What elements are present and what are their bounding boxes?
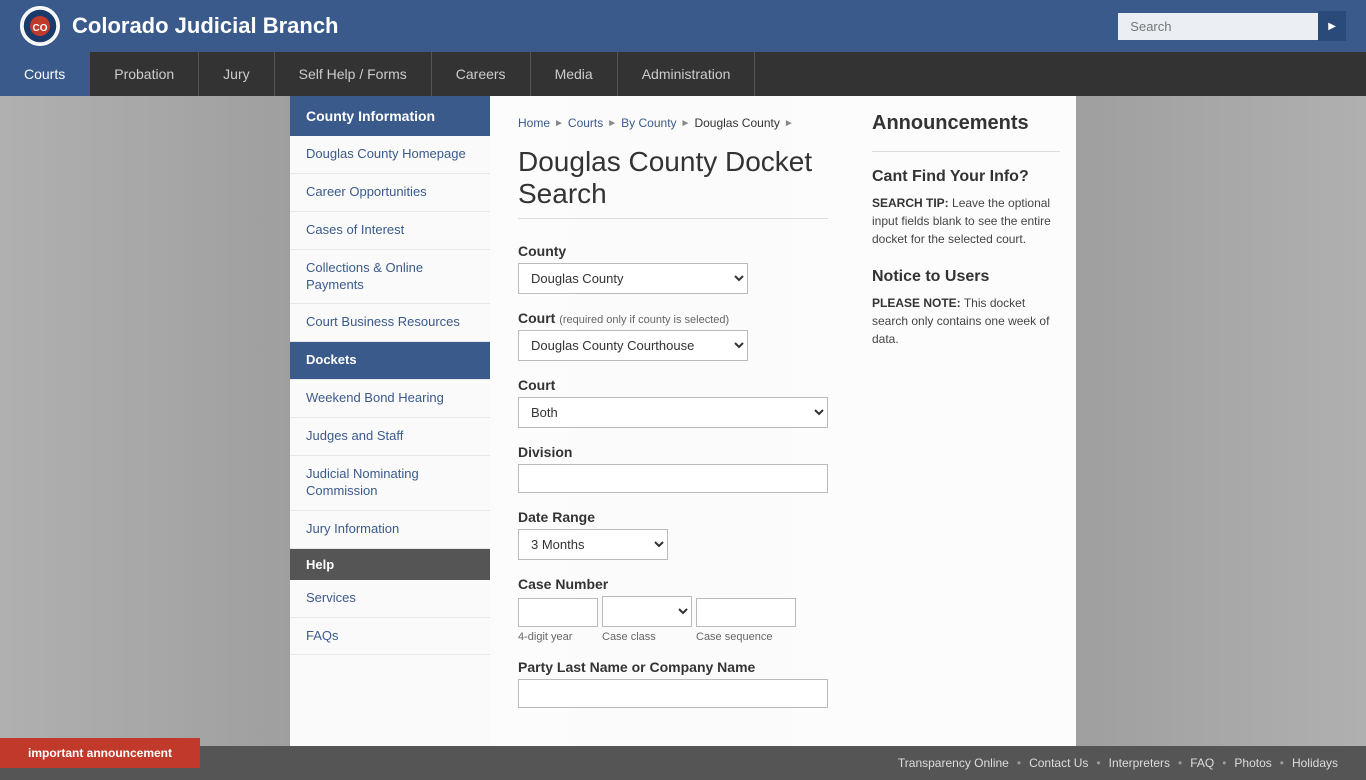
seq-sublabel: Case sequence bbox=[696, 631, 796, 643]
right-bg bbox=[1286, 96, 1366, 746]
breadcrumb: Home ► Courts ► By County ► Douglas Coun… bbox=[518, 116, 828, 130]
nav-careers[interactable]: Careers bbox=[432, 52, 531, 96]
notice-title: Notice to Users bbox=[872, 268, 1060, 286]
bc-courts[interactable]: Courts bbox=[568, 116, 603, 130]
left-bg bbox=[0, 96, 80, 746]
case-seq-input[interactable] bbox=[696, 598, 796, 627]
nav-probation[interactable]: Probation bbox=[90, 52, 199, 96]
date-range-group: Date Range 3 Months 1 Month 6 Months 1 Y… bbox=[518, 509, 828, 560]
case-class-select[interactable]: CR CV DR JV bbox=[602, 596, 692, 627]
bc-home[interactable]: Home bbox=[518, 116, 550, 130]
header-logo: CO Colorado Judicial Branch bbox=[20, 6, 339, 46]
please-note-label: PLEASE NOTE: bbox=[872, 296, 961, 310]
county-label: County bbox=[518, 243, 828, 259]
search-input[interactable] bbox=[1118, 13, 1318, 40]
search-button[interactable] bbox=[1318, 11, 1346, 41]
site-title: Colorado Judicial Branch bbox=[72, 13, 339, 39]
sidebar-item-bond[interactable]: Weekend Bond Hearing bbox=[290, 380, 490, 418]
page-title: Douglas County Docket Search bbox=[518, 146, 828, 219]
party-label: Party Last Name or Company Name bbox=[518, 659, 828, 675]
nav-selfhelp[interactable]: Self Help / Forms bbox=[275, 52, 432, 96]
sidebar-item-judicial[interactable]: Judicial Nominating Commission bbox=[290, 456, 490, 511]
bc-arrow-1: ► bbox=[554, 118, 564, 129]
announcement-bar[interactable]: important announcement bbox=[0, 738, 200, 768]
sidebar: County Information Douglas County Homepa… bbox=[290, 96, 490, 746]
party-input[interactable] bbox=[518, 679, 828, 708]
bc-arrow-4: ► bbox=[784, 118, 794, 129]
sidebar-item-court-business[interactable]: Court Business Resources bbox=[290, 304, 490, 342]
sidebar-item-douglas-homepage[interactable]: Douglas County Homepage bbox=[290, 136, 490, 174]
nav-jury[interactable]: Jury bbox=[199, 52, 274, 96]
main-nav: Courts Probation Jury Self Help / Forms … bbox=[0, 52, 1366, 96]
sidebar-header: County Information bbox=[290, 96, 490, 136]
year-sublabel: 4-digit year bbox=[518, 631, 598, 643]
notice-section: Notice to Users PLEASE NOTE: This docket… bbox=[872, 268, 1060, 348]
seq-field: Case sequence bbox=[696, 598, 796, 643]
sidebar-item-dockets[interactable]: Dockets bbox=[290, 342, 490, 380]
court-label: Court (required only if county is select… bbox=[518, 310, 828, 326]
class-sublabel: Case class bbox=[602, 631, 692, 643]
search-bar bbox=[1118, 11, 1346, 41]
bc-arrow-3: ► bbox=[681, 118, 691, 129]
cant-find-section: Cant Find Your Info? SEARCH TIP: Leave t… bbox=[872, 168, 1060, 248]
bc-arrow-2: ► bbox=[607, 118, 617, 129]
division-group: Division bbox=[518, 444, 828, 493]
party-group: Party Last Name or Company Name bbox=[518, 659, 828, 708]
sidebar-item-career[interactable]: Career Opportunities bbox=[290, 174, 490, 212]
class-field: CR CV DR JV Case class bbox=[602, 596, 692, 643]
case-number-label: Case Number bbox=[518, 576, 828, 592]
court-note: (required only if county is selected) bbox=[559, 314, 729, 326]
courthouse-select[interactable]: Douglas County Courthouse Other bbox=[518, 330, 748, 361]
sidebar-item-collections[interactable]: Collections & Online Payments bbox=[290, 250, 490, 305]
court-type-select[interactable]: Both District County bbox=[518, 397, 828, 428]
date-range-label: Date Range bbox=[518, 509, 828, 525]
nav-administration[interactable]: Administration bbox=[618, 52, 756, 96]
date-range-select[interactable]: 3 Months 1 Month 6 Months 1 Year bbox=[518, 529, 668, 560]
svg-text:CO: CO bbox=[33, 23, 48, 34]
nav-courts[interactable]: Courts bbox=[0, 52, 90, 96]
announcements-title: Announcements bbox=[872, 112, 1060, 135]
case-number-row: 4-digit year CR CV DR JV Case class bbox=[518, 596, 828, 643]
sidebar-item-jury[interactable]: Jury Information bbox=[290, 511, 490, 549]
sidebar-section-help: Help bbox=[290, 549, 490, 580]
panel-divider-1 bbox=[872, 151, 1060, 152]
right-panel: Announcements Cant Find Your Info? SEARC… bbox=[856, 96, 1076, 746]
year-field: 4-digit year bbox=[518, 598, 598, 643]
division-label: Division bbox=[518, 444, 828, 460]
sidebar-item-services[interactable]: Services bbox=[290, 580, 490, 618]
bc-by-county[interactable]: By County bbox=[621, 116, 676, 130]
court2-label: Court bbox=[518, 377, 828, 393]
nav-media[interactable]: Media bbox=[531, 52, 618, 96]
cant-find-title: Cant Find Your Info? bbox=[872, 168, 1060, 186]
logo-icon: CO bbox=[20, 6, 60, 46]
division-input[interactable] bbox=[518, 464, 828, 493]
sidebar-item-cases[interactable]: Cases of Interest bbox=[290, 212, 490, 250]
search-tip-text: SEARCH TIP: Leave the optional input fie… bbox=[872, 194, 1060, 248]
courthouse-group: Court (required only if county is select… bbox=[518, 310, 828, 361]
sidebar-item-judges[interactable]: Judges and Staff bbox=[290, 418, 490, 456]
please-note-text: PLEASE NOTE: This docket search only con… bbox=[872, 294, 1060, 348]
main-content: Home ► Courts ► By County ► Douglas Coun… bbox=[490, 96, 856, 746]
bc-current: Douglas County bbox=[694, 116, 779, 130]
court-type-group: Court Both District County bbox=[518, 377, 828, 428]
footer: Transparency Online • Contact Us • Inter… bbox=[0, 746, 1366, 780]
county-group: County Douglas County Adams County Arapa… bbox=[518, 243, 828, 294]
county-select[interactable]: Douglas County Adams County Arapahoe Cou… bbox=[518, 263, 748, 294]
year-input[interactable] bbox=[518, 598, 598, 627]
search-tip-label: SEARCH TIP: bbox=[872, 196, 949, 210]
sidebar-item-faqs[interactable]: FAQs bbox=[290, 618, 490, 656]
case-number-group: Case Number 4-digit year CR CV DR JV bbox=[518, 576, 828, 643]
